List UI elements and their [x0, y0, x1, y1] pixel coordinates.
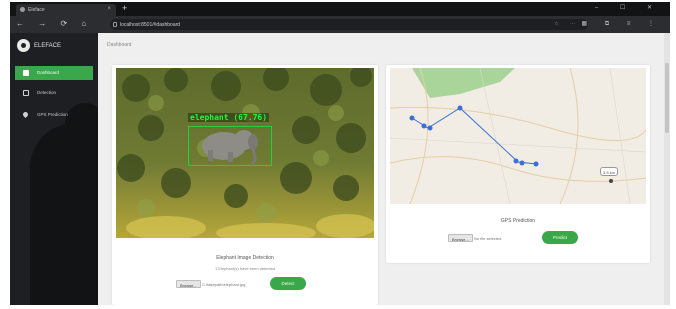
- image-icon: [23, 90, 29, 96]
- browser-window: Eleface × + – ☐ ✕ ← → ⟳ ⌂ localhost:8501…: [10, 2, 670, 305]
- map-pin-icon: [21, 110, 30, 119]
- selected-file-name: No file selected.: [474, 236, 503, 241]
- sidebar-item-gps-prediction[interactable]: GPS Prediction: [15, 108, 93, 122]
- window-controls[interactable]: – ☐ ✕: [595, 4, 662, 11]
- breadcrumb[interactable]: Dashboard: [107, 42, 131, 48]
- tab-title: Eleface: [28, 7, 45, 13]
- extensions-icons[interactable]: ▦ ⧉ ≡ ⋮: [582, 20, 662, 28]
- tab-close-icon[interactable]: ×: [107, 6, 111, 12]
- favicon-icon: [20, 7, 25, 12]
- sidebar-item-label: GPS Prediction: [37, 112, 68, 117]
- browser-tab-bar: Eleface × + – ☐ ✕: [10, 2, 670, 16]
- address-bar[interactable]: localhost:8501/#dashboard ☆ ⋯: [110, 19, 588, 30]
- sidebar-item-label: Dashboard: [37, 70, 60, 75]
- detection-card-title: Elephant Image Detection: [216, 255, 274, 261]
- map-image: [390, 68, 646, 204]
- page-scrollbar[interactable]: [664, 33, 670, 305]
- browse-button[interactable]: Browse...: [448, 234, 473, 242]
- gps-card-title: GPS Prediction: [500, 218, 536, 224]
- elephant-photo: elephant (67.76): [116, 68, 374, 238]
- browser-toolbar: ← → ⟳ ⌂ localhost:8501/#dashboard ☆ ⋯ ▦ …: [10, 16, 670, 33]
- main-content: Dashboard elephant (67.76) Elephant Imag…: [98, 33, 670, 305]
- sidebar-item-dashboard[interactable]: Dashboard: [15, 66, 93, 80]
- scrollbar-thumb[interactable]: [665, 63, 669, 133]
- bookmark-icon[interactable]: ☆ ⋯: [554, 21, 580, 27]
- detection-label: elephant (67.76): [188, 113, 270, 122]
- url-text[interactable]: localhost:8501/#dashboard: [120, 22, 180, 28]
- detection-result-text: 1 Elephant(s) have been detected: [214, 266, 276, 271]
- check-square-icon: [23, 70, 29, 76]
- predict-button[interactable]: Predict: [542, 231, 578, 244]
- navigation-buttons[interactable]: ← → ⟳ ⌂: [16, 19, 92, 28]
- detection-bounding-box: [188, 126, 272, 166]
- sidebar-item-detection[interactable]: Detection: [15, 86, 93, 100]
- app: ELEFACE Dashboard Detection GPS Predicti…: [10, 33, 670, 305]
- gps-card: 3.5 km GPS Prediction Browse... No file …: [386, 65, 650, 263]
- brand-name: ELEFACE: [34, 43, 62, 49]
- gps-file-input[interactable]: Browse... No file selected.: [448, 233, 548, 243]
- gps-map[interactable]: 3.5 km: [390, 68, 646, 204]
- detection-card: elephant (67.76) Elephant Image Detectio…: [112, 65, 378, 305]
- sidebar: ELEFACE Dashboard Detection GPS Predicti…: [10, 33, 98, 305]
- browse-button[interactable]: Browse...: [176, 280, 201, 288]
- lock-icon: [113, 22, 117, 27]
- new-tab-button[interactable]: +: [122, 3, 127, 13]
- sidebar-item-label: Detection: [37, 90, 57, 95]
- logo-icon: [17, 39, 30, 52]
- map-distance-label: 3.5 km: [600, 167, 618, 176]
- detect-button[interactable]: Detect: [270, 277, 306, 290]
- selected-file-name: C:\fakepath\elephant.jpg: [202, 282, 246, 287]
- browser-tab[interactable]: Eleface ×: [16, 4, 116, 16]
